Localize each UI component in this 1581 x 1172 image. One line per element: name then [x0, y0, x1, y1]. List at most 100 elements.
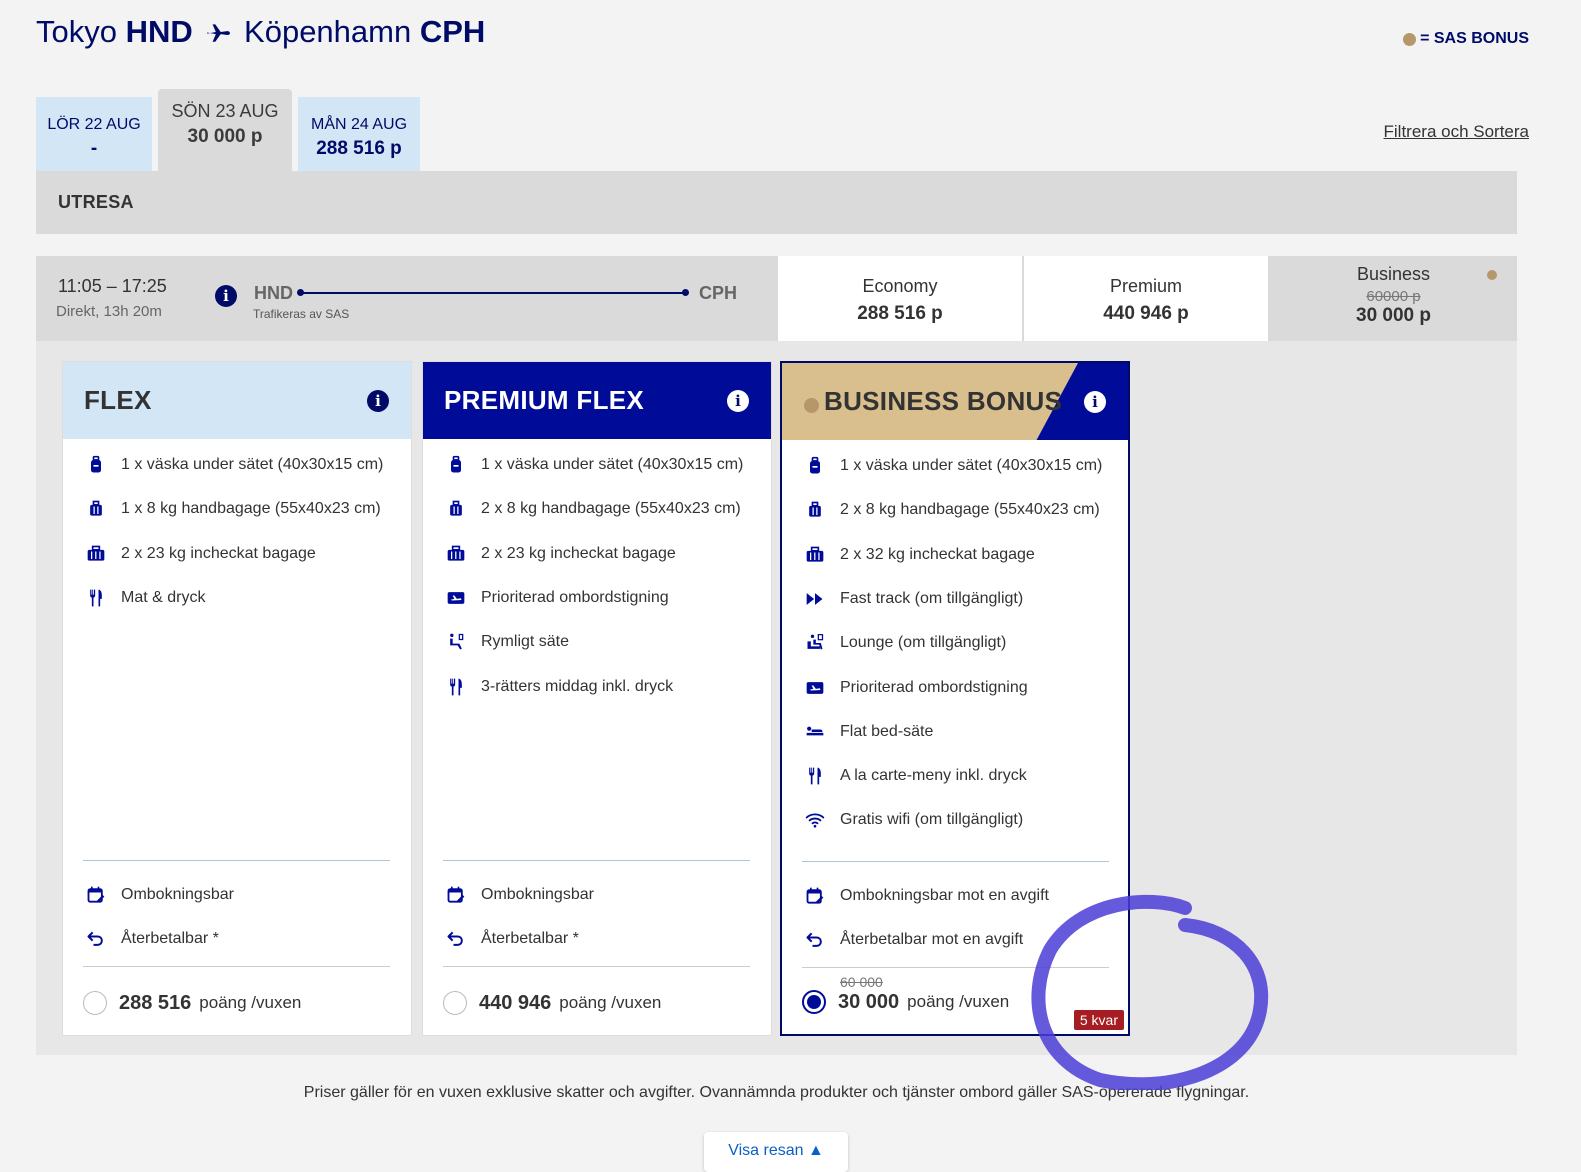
- fare-feature-text: 1 x väska under sätet (40x30x15 cm): [121, 456, 384, 473]
- fare-feature-text: 1 x väska under sätet (40x30x15 cm): [481, 456, 744, 473]
- fare-feature: Rymligt säte: [445, 631, 569, 653]
- route-end-dot: [682, 289, 689, 296]
- date-tab-price: -: [90, 138, 98, 159]
- fare-title: PREMIUM FLEX: [444, 385, 645, 415]
- fare-radio[interactable]: [83, 991, 107, 1015]
- refund-icon: [445, 928, 467, 950]
- cutlery-icon: [85, 587, 107, 609]
- departure-airport: HND: [254, 283, 293, 303]
- fare-feature-text: A la carte-meny inkl. dryck: [840, 767, 1027, 785]
- fare-feature-text: Rymligt säte: [481, 633, 570, 651]
- cutlery-icon: [445, 676, 467, 698]
- flight-info-icon[interactable]: i: [215, 285, 237, 307]
- fare-radio[interactable]: [443, 991, 467, 1015]
- fare-info-icon[interactable]: i: [1084, 391, 1106, 413]
- flat-bed-icon: [804, 721, 826, 743]
- fare-radio-selected[interactable]: [802, 990, 826, 1014]
- calendar-edit-icon: [85, 884, 107, 906]
- fare-feature: Mat & dryck: [85, 587, 205, 609]
- date-tab-price: 30 000 p: [187, 126, 263, 147]
- checked-bag-icon: [85, 543, 107, 565]
- operated-by: Trafikeras av SAS: [253, 307, 350, 321]
- airplane-icon: [207, 24, 231, 42]
- fare-feature-text: Prioriterad ombordstigning: [840, 678, 1028, 696]
- fare-feature-text: 2 x 8 kg handbagage (55x40x23 cm): [840, 501, 1100, 519]
- outbound-header: UTRESA: [36, 171, 1517, 234]
- fare-feature: Prioriterad ombordstigning: [445, 587, 669, 609]
- fare-divider: [802, 967, 1109, 968]
- fare-condition-text: Återbetalbar mot en avgift: [840, 931, 1024, 948]
- fare-divider: [802, 861, 1109, 862]
- checked-bag-icon: [804, 544, 826, 566]
- fare-feature: Flat bed-säte: [804, 721, 933, 743]
- fare-unit: poäng /vuxen: [199, 993, 302, 1012]
- fare-card-flex[interactable]: FLEX i 288 516 poäng /vuxen 1 x väska un…: [62, 361, 412, 1036]
- cabin-business[interactable]: Business 60000 p 30 000 p: [1270, 256, 1517, 341]
- fare-feature: Lounge (om tillgängligt): [804, 632, 1006, 654]
- route-title: Tokyo HND Köpenhamn CPH: [36, 14, 485, 50]
- backpack-icon: [804, 455, 826, 477]
- lounge-icon: [804, 632, 826, 654]
- backpack-icon: [85, 454, 107, 476]
- fare-feature: 1 x 8 kg handbagage (55x40x23 cm): [85, 498, 381, 520]
- suitcase-icon: [445, 498, 467, 520]
- fare-points: 30 000: [838, 990, 900, 1013]
- fare-feature-text: 1 x väska under sätet (40x30x15 cm): [840, 457, 1103, 474]
- refund-icon: [85, 928, 107, 950]
- price-footnote: Priser gäller för en vuxen exklusive ska…: [303, 1084, 1250, 1101]
- fare-card-premium-flex[interactable]: PREMIUM FLEX i 440 946 poäng /vuxen 1 x …: [422, 361, 772, 1036]
- fare-feature-text: 3-rätters middag inkl. dryck: [481, 677, 674, 695]
- fare-condition: Återbetalbar *: [85, 928, 219, 950]
- seats-left-badge: 5 kvar: [1073, 1010, 1124, 1030]
- fare-condition: Ombokningsbar: [85, 884, 234, 906]
- fare-feature-text: 2 x 8 kg handbagage (55x40x23 cm): [481, 500, 741, 518]
- fare-price-row[interactable]: 288 516 poäng /vuxen: [83, 991, 301, 1015]
- fare-condition-text: Ombokningsbar: [481, 886, 594, 903]
- date-tab-next[interactable]: MÅN 24 AUG 288 516 p: [298, 97, 420, 171]
- fare-divider: [443, 860, 750, 861]
- fare-feature-text: Mat & dryck: [121, 588, 206, 606]
- cabin-premium[interactable]: Premium 440 946 p: [1024, 256, 1268, 341]
- fare-info-icon[interactable]: i: [367, 390, 389, 412]
- filter-sort-link[interactable]: Filtrera och Sortera: [1384, 122, 1530, 142]
- fare-feature: 1 x väska under sätet (40x30x15 cm): [85, 454, 383, 476]
- fast-track-icon: [804, 588, 826, 610]
- fare-feature: A la carte-meny inkl. dryck: [804, 765, 1027, 787]
- fare-feature: 1 x väska under sätet (40x30x15 cm): [804, 455, 1102, 477]
- checked-bag-icon: [445, 543, 467, 565]
- fare-feature: 3-rätters middag inkl. dryck: [445, 676, 673, 698]
- origin-city: Tokyo: [36, 14, 117, 49]
- flight-time: 11:05 – 17:25: [58, 276, 167, 296]
- date-tab-selected[interactable]: SÖN 23 AUG 30 000 p: [158, 89, 292, 171]
- cutlery-icon: [804, 765, 826, 787]
- route-line: [301, 292, 686, 294]
- fare-price-row[interactable]: 30 000 poäng /vuxen: [802, 990, 1009, 1014]
- bonus-dot-icon: [1403, 32, 1417, 46]
- priority-boarding-icon: [445, 587, 467, 609]
- fare-card-business-bonus[interactable]: BUSINESS BONUS i 60 000 30 000 poäng /vu…: [780, 361, 1130, 1036]
- fare-title: FLEX: [84, 385, 152, 415]
- fare-card-header: FLEX i: [63, 362, 411, 439]
- fare-unit: poäng /vuxen: [559, 993, 662, 1012]
- priority-boarding-icon: [804, 677, 826, 699]
- arrival-airport: CPH: [699, 283, 738, 303]
- fare-info-icon[interactable]: i: [727, 390, 749, 412]
- fare-price-row[interactable]: 440 946 poäng /vuxen: [443, 991, 661, 1015]
- fare-unit: poäng /vuxen: [907, 992, 1010, 1011]
- show-trip-button[interactable]: Visa resan ▲: [704, 1132, 848, 1172]
- fare-condition: Ombokningsbar: [445, 884, 594, 906]
- fare-feature: 2 x 8 kg handbagage (55x40x23 cm): [804, 499, 1100, 521]
- suitcase-icon: [85, 498, 107, 520]
- fare-divider: [83, 860, 390, 861]
- fare-condition-text: Återbetalbar *: [481, 930, 579, 947]
- fare-feature-text: Gratis wifi (om tillgängligt): [840, 811, 1024, 829]
- fare-feature: Fast track (om tillgängligt): [804, 588, 1023, 610]
- date-tab-prev[interactable]: LÖR 22 AUG -: [36, 97, 152, 171]
- origin-code: HND: [125, 14, 193, 49]
- fare-card-header: PREMIUM FLEX i: [423, 362, 771, 439]
- calendar-edit-icon: [445, 884, 467, 906]
- fare-feature: Prioriterad ombordstigning: [804, 677, 1028, 699]
- date-tab-date: SÖN 23 AUG: [171, 101, 279, 121]
- cabin-economy[interactable]: Economy 288 516 p: [778, 256, 1022, 341]
- cabin-name: Business: [1356, 264, 1431, 284]
